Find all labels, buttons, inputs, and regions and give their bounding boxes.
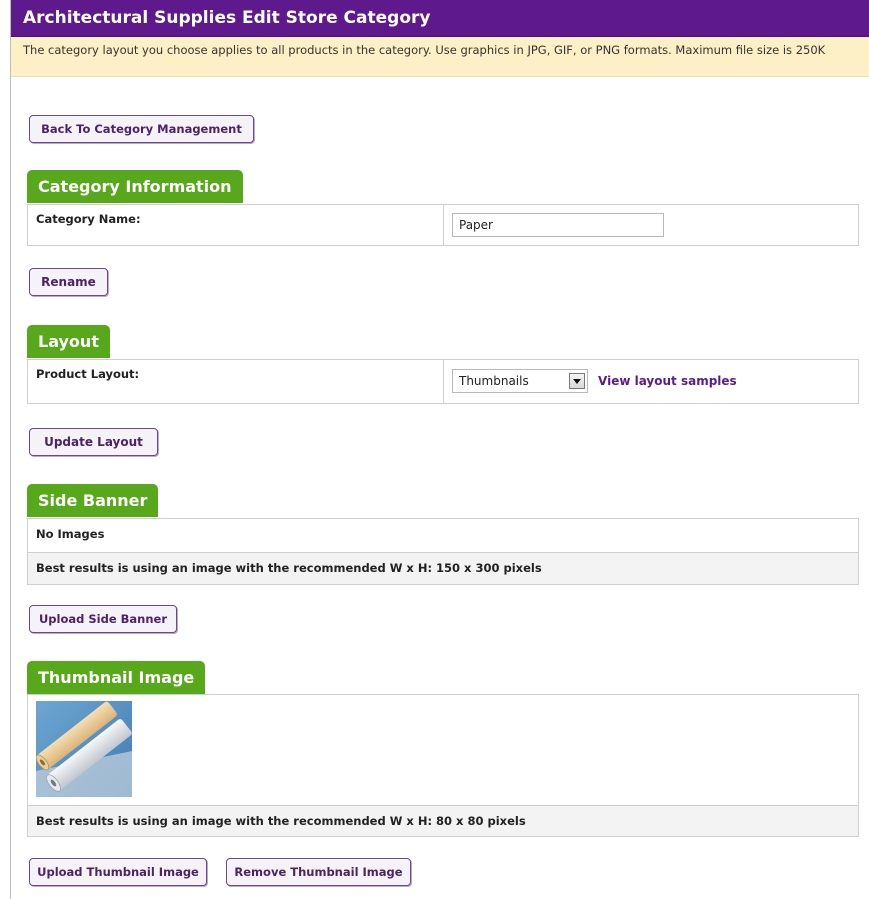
- thumbnail-preview-area: [28, 695, 858, 805]
- back-to-category-management-button[interactable]: Back To Category Management: [29, 115, 254, 143]
- category-information-panel: Category Name:: [27, 204, 859, 246]
- category-name-label: Category Name:: [28, 205, 444, 245]
- rename-button[interactable]: Rename: [29, 268, 108, 296]
- product-layout-label: Product Layout:: [28, 360, 444, 403]
- thumbnail-image: [36, 701, 132, 797]
- category-name-cell: [444, 205, 858, 245]
- product-layout-selected: Thumbnails: [459, 374, 529, 388]
- category-name-input[interactable]: [452, 213, 664, 237]
- upload-side-banner-button[interactable]: Upload Side Banner: [29, 605, 177, 633]
- side-banner-status: No Images: [36, 527, 105, 541]
- tab-category-information: Category Information: [27, 170, 243, 203]
- layout-panel: Product Layout: Thumbnails View layout s…: [27, 359, 859, 404]
- tab-side-banner: Side Banner: [27, 484, 159, 517]
- upload-thumbnail-image-button[interactable]: Upload Thumbnail Image: [29, 858, 207, 886]
- page: Architectural Supplies Edit Store Catego…: [10, 0, 869, 899]
- tab-layout: Layout: [27, 325, 110, 358]
- side-banner-recommendation: Best results is using an image with the …: [28, 552, 858, 584]
- tab-thumbnail-image: Thumbnail Image: [27, 661, 206, 694]
- side-banner-panel: No Images Best results is using an image…: [27, 518, 859, 585]
- product-layout-cell: Thumbnails View layout samples: [444, 360, 858, 403]
- update-layout-button[interactable]: Update Layout: [29, 428, 158, 456]
- thumbnail-recommendation: Best results is using an image with the …: [28, 805, 858, 836]
- remove-thumbnail-image-button[interactable]: Remove Thumbnail Image: [226, 858, 411, 886]
- info-notice: The category layout you choose applies t…: [11, 37, 869, 77]
- product-layout-select[interactable]: Thumbnails: [452, 369, 588, 393]
- page-title: Architectural Supplies Edit Store Catego…: [11, 0, 869, 37]
- chevron-down-icon: [569, 373, 585, 389]
- thumbnail-panel: Best results is using an image with the …: [27, 694, 859, 837]
- view-layout-samples-link[interactable]: View layout samples: [598, 374, 737, 388]
